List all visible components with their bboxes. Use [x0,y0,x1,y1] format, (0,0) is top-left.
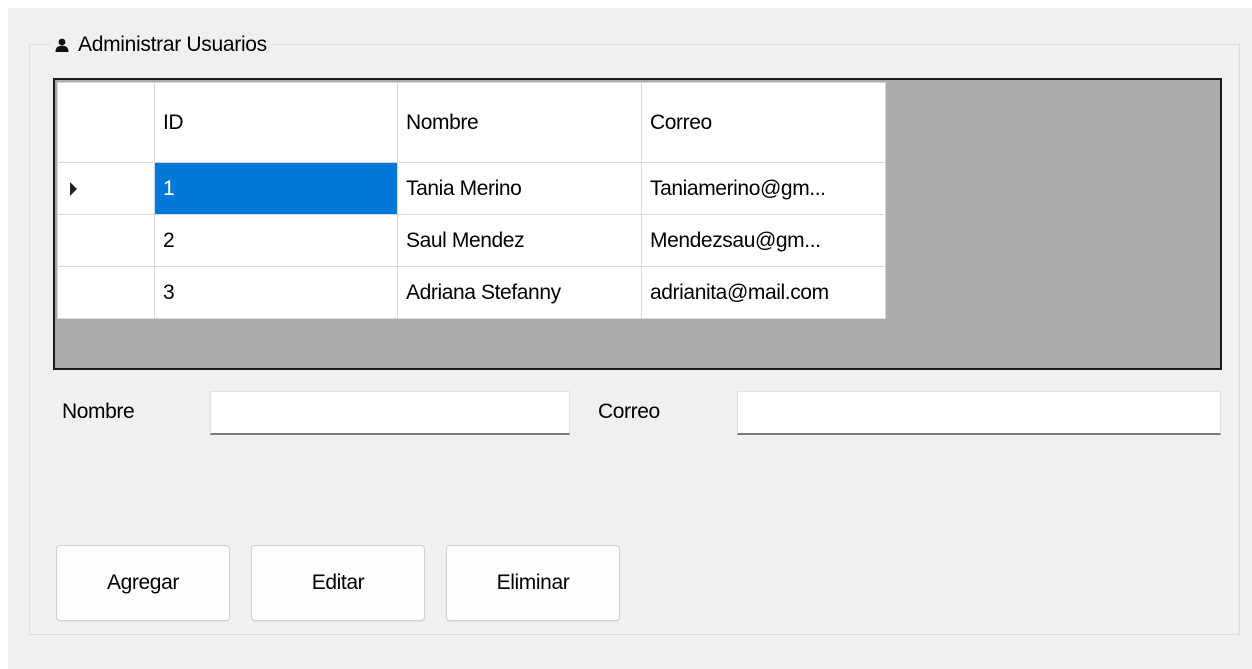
cell-id[interactable]: 2 [154,214,398,267]
eliminar-button[interactable]: Eliminar [446,545,620,621]
table-header-row: ID Nombre Correo [57,82,886,163]
cell-nombre[interactable]: Tania Merino [397,162,642,215]
groupbox-legend: Administrar Usuarios [50,32,273,58]
cell-id[interactable]: 3 [154,266,398,319]
row-header[interactable] [57,214,155,267]
user-icon [55,38,69,52]
cell-correo[interactable]: adrianita@mail.com [641,266,886,319]
row-header[interactable] [57,266,155,319]
nombre-label: Nombre [62,400,135,423]
column-header-id[interactable]: ID [154,82,398,163]
users-table: ID Nombre Correo 1 Tania Merino Taniamer… [57,82,886,319]
users-datagrid[interactable]: ID Nombre Correo 1 Tania Merino Taniamer… [53,78,1222,370]
table-row[interactable]: 1 Tania Merino Taniamerino@gm... [57,162,886,215]
row-header[interactable] [57,162,155,215]
groupbox-title: Administrar Usuarios [78,33,267,56]
cell-nombre[interactable]: Saul Mendez [397,214,642,267]
cell-nombre[interactable]: Adriana Stefanny [397,266,642,319]
current-row-arrow-icon [70,181,77,196]
agregar-button[interactable]: Agregar [56,545,230,621]
column-header-nombre[interactable]: Nombre [397,82,642,163]
correo-label: Correo [598,400,660,423]
column-header-correo[interactable]: Correo [641,82,886,163]
row-header-corner[interactable] [57,82,155,163]
table-row[interactable]: 2 Saul Mendez Mendezsau@gm... [57,214,886,267]
correo-input[interactable] [737,391,1221,435]
cell-correo[interactable]: Taniamerino@gm... [641,162,886,215]
editar-button[interactable]: Editar [251,545,425,621]
table-row[interactable]: 3 Adriana Stefanny adrianita@mail.com [57,266,886,319]
cell-id[interactable]: 1 [154,162,398,215]
nombre-input[interactable] [210,391,570,435]
cell-correo[interactable]: Mendezsau@gm... [641,214,886,267]
